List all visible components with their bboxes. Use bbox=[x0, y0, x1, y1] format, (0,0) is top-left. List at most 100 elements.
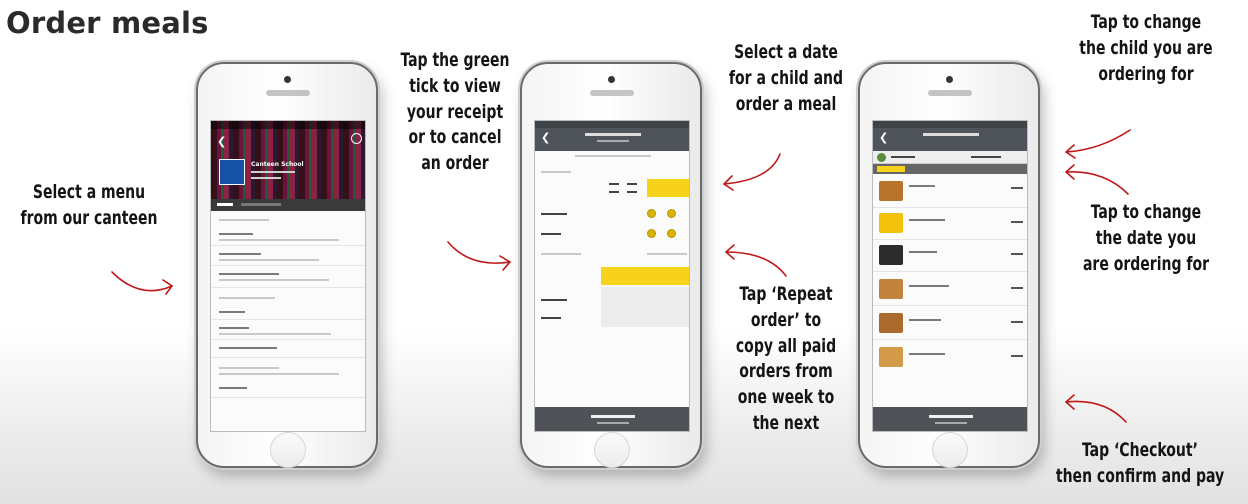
section-heading bbox=[219, 219, 269, 221]
child-row-label bbox=[541, 317, 561, 319]
food-navbar: ❮ bbox=[873, 121, 1027, 151]
checkout-total bbox=[935, 422, 967, 424]
camera-icon bbox=[284, 76, 291, 83]
green-tick-icon[interactable] bbox=[647, 229, 656, 238]
phone-menu-screen: ❮ Canteen School bbox=[196, 62, 378, 468]
order-grid[interactable] bbox=[601, 287, 689, 327]
green-tick-icon[interactable] bbox=[667, 209, 676, 218]
status-bar bbox=[211, 121, 365, 129]
date-header-week2[interactable] bbox=[601, 267, 689, 285]
back-chevron-icon[interactable]: ❮ bbox=[879, 131, 888, 144]
food-price bbox=[1011, 253, 1023, 255]
green-tick-icon[interactable] bbox=[667, 229, 676, 238]
menu-item-desc bbox=[219, 239, 339, 241]
checkout-label bbox=[591, 415, 635, 418]
arrow-green-tick bbox=[447, 241, 512, 271]
week-range[interactable] bbox=[575, 155, 651, 157]
child-row-label bbox=[541, 299, 567, 301]
food-thumbnail bbox=[879, 213, 903, 233]
food-name[interactable] bbox=[909, 251, 937, 253]
canteen-logo bbox=[219, 159, 245, 185]
food-price bbox=[1011, 355, 1023, 357]
date-col[interactable] bbox=[627, 191, 637, 193]
menu-item-desc bbox=[219, 259, 319, 261]
child-row-label bbox=[541, 213, 567, 215]
food-thumbnail bbox=[879, 181, 903, 201]
child-name bbox=[891, 156, 915, 158]
date-col[interactable] bbox=[609, 191, 619, 193]
food-name[interactable] bbox=[909, 219, 945, 221]
food-thumbnail bbox=[879, 347, 903, 367]
orders-navbar: ❮ bbox=[535, 121, 689, 151]
menu-item[interactable] bbox=[219, 253, 261, 255]
canteen-hours bbox=[251, 177, 281, 179]
speaker-grille bbox=[928, 90, 972, 96]
date-header-week1[interactable] bbox=[647, 179, 689, 197]
food-list-screen: ❮ bbox=[872, 120, 1028, 432]
speaker-grille bbox=[266, 90, 310, 96]
home-button bbox=[594, 432, 630, 468]
food-price bbox=[1011, 321, 1023, 323]
menu-tabs bbox=[211, 199, 365, 211]
menu-item[interactable] bbox=[219, 233, 253, 235]
food-name[interactable] bbox=[909, 319, 941, 321]
arrow-select-menu bbox=[111, 271, 174, 295]
food-name[interactable] bbox=[909, 353, 945, 355]
checkout-button[interactable] bbox=[535, 407, 689, 431]
section-heading bbox=[219, 297, 275, 299]
next-week-label bbox=[647, 253, 687, 255]
camera-icon bbox=[608, 76, 615, 83]
school-subtitle bbox=[597, 140, 629, 142]
home-button bbox=[270, 432, 306, 468]
canteen-name: Canteen School bbox=[251, 161, 304, 168]
speaker-grille bbox=[590, 90, 634, 96]
food-name[interactable] bbox=[909, 285, 949, 287]
status-bar bbox=[535, 121, 689, 128]
phone-orders-screen: ❮ bbox=[520, 62, 702, 468]
tab-menus[interactable] bbox=[217, 203, 233, 206]
child-selector[interactable] bbox=[873, 151, 1027, 164]
checkout-total bbox=[597, 422, 629, 424]
section-desc bbox=[219, 373, 339, 375]
food-thumbnail bbox=[879, 313, 903, 333]
food-price bbox=[1011, 221, 1023, 223]
checkout-button[interactable] bbox=[873, 407, 1027, 431]
home-button bbox=[932, 432, 968, 468]
green-tick-icon[interactable] bbox=[647, 209, 656, 218]
menu-item[interactable] bbox=[219, 311, 245, 313]
food-name[interactable] bbox=[909, 185, 935, 187]
status-bar bbox=[873, 121, 1027, 128]
arrow-checkout bbox=[1064, 394, 1127, 423]
food-thumbnail bbox=[879, 245, 903, 265]
school-name bbox=[923, 133, 979, 136]
canteen-address bbox=[251, 171, 295, 173]
menu-item[interactable] bbox=[219, 273, 279, 275]
menu-item[interactable] bbox=[219, 327, 249, 329]
menu-item-desc bbox=[219, 279, 329, 281]
menu-item[interactable] bbox=[219, 387, 247, 389]
tab-about[interactable] bbox=[241, 203, 281, 206]
date-col[interactable] bbox=[609, 183, 619, 185]
info-icon[interactable] bbox=[351, 133, 362, 144]
child-avatar-icon bbox=[877, 153, 886, 162]
food-price bbox=[1011, 187, 1023, 189]
back-chevron-icon[interactable]: ❮ bbox=[217, 135, 226, 148]
date-col[interactable] bbox=[627, 183, 637, 185]
child-row-label bbox=[541, 233, 561, 235]
section-heading bbox=[219, 367, 279, 369]
arrow-select-date bbox=[722, 153, 781, 191]
selected-date[interactable] bbox=[971, 156, 1001, 158]
phone-food-list-screen: ❮ bbox=[858, 62, 1040, 468]
tab-selected[interactable] bbox=[877, 166, 905, 172]
menu-screen: ❮ Canteen School bbox=[210, 120, 366, 432]
menu-item-desc bbox=[219, 333, 331, 335]
repeat-order-link[interactable] bbox=[541, 253, 581, 255]
camera-icon bbox=[946, 76, 953, 83]
back-chevron-icon[interactable]: ❮ bbox=[541, 131, 550, 144]
arrow-change-date bbox=[1064, 164, 1129, 195]
repeat-order-link[interactable] bbox=[541, 171, 571, 173]
school-name bbox=[585, 133, 641, 136]
arrow-repeat-order bbox=[724, 244, 787, 277]
category-tabs[interactable] bbox=[873, 164, 1027, 174]
menu-item[interactable] bbox=[219, 347, 277, 349]
